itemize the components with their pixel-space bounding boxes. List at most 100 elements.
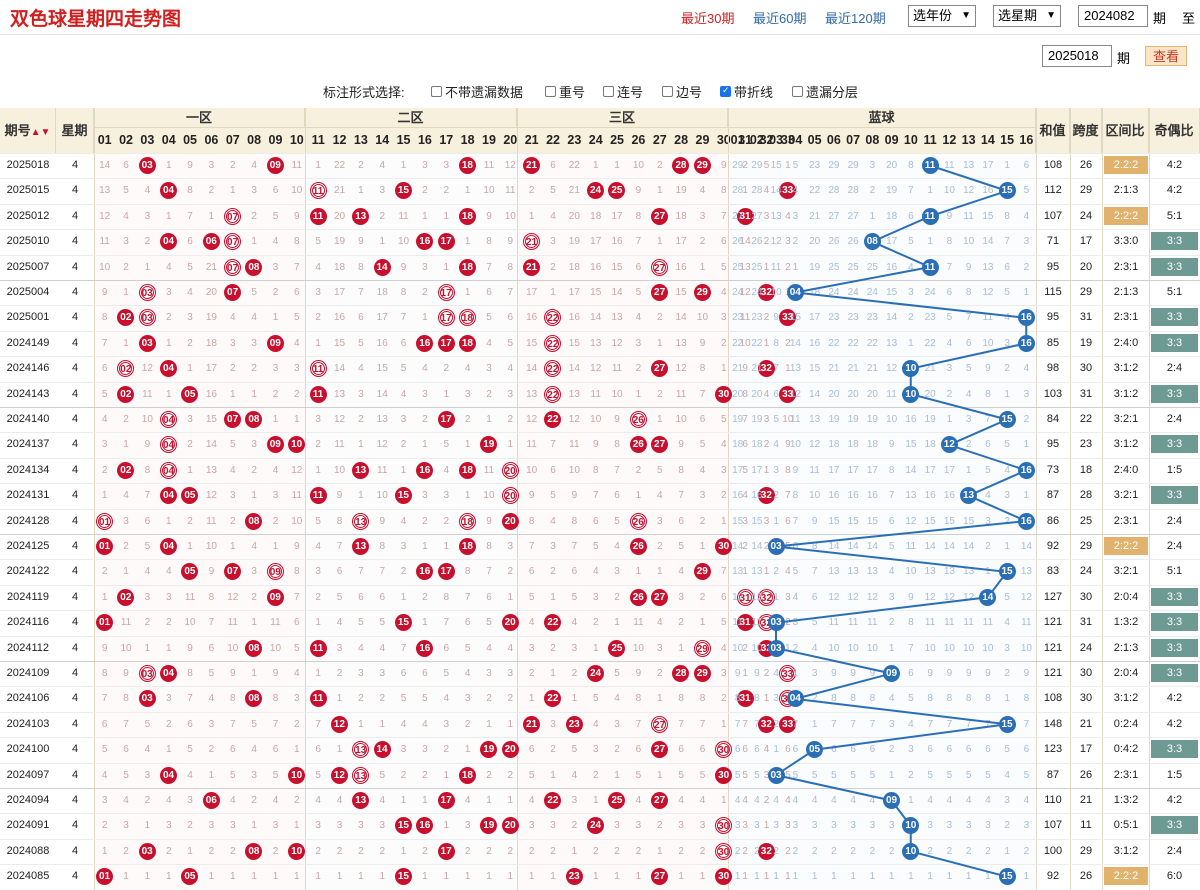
blue-miss-count: 5 — [773, 414, 779, 425]
miss-count: 6 — [678, 744, 684, 756]
blue-miss-count: 8 — [965, 693, 972, 705]
miss-count: 8 — [678, 693, 684, 705]
blue-miss-count: 18 — [886, 210, 898, 222]
blue-miss-count: 8 — [850, 693, 856, 705]
miss-count: 2 — [656, 541, 663, 552]
sum-cell: 83 — [1046, 565, 1060, 578]
blue-miss-count: 18 — [732, 439, 744, 451]
miss-count: 8 — [699, 363, 706, 375]
blue-miss-count: 20 — [866, 388, 878, 400]
checkbox-icon[interactable] — [662, 86, 673, 97]
link-recent-30[interactable]: 最近30期 — [681, 8, 734, 27]
period-cell: 2025004 — [6, 286, 50, 298]
option-edge[interactable]: 边号 — [662, 82, 702, 101]
miss-count: 21 — [568, 185, 580, 197]
miss-count: 1 — [336, 693, 343, 705]
miss-count: 1 — [464, 744, 471, 756]
miss-count: 4 — [678, 566, 684, 578]
blue-miss-count: 7 — [946, 261, 953, 273]
miss-count: 3 — [614, 566, 620, 578]
miss-count: 1 — [507, 871, 514, 883]
blue-miss-count: 2 — [850, 845, 856, 857]
miss-count: 4 — [272, 236, 279, 248]
blue-miss-count: 9 — [946, 210, 953, 222]
zone-ratio-cell: 2:1:3 — [1113, 286, 1139, 298]
period-cell: 2025015 — [6, 184, 50, 197]
miss-count: 1 — [422, 541, 428, 552]
blue-miss-count: 4 — [927, 795, 933, 806]
miss-count: 2 — [422, 287, 428, 298]
checkbox-icon[interactable] — [431, 86, 442, 97]
miss-count: 13 — [205, 464, 217, 476]
blue-miss-count: 10 — [924, 642, 936, 654]
miss-count: 12 — [141, 363, 153, 375]
miss-count: 3 — [208, 718, 215, 730]
checkbox-icon[interactable] — [603, 86, 614, 97]
blue-miss-count: 9 — [985, 668, 991, 679]
miss-count: 2 — [272, 287, 279, 298]
link-recent-60[interactable]: 最近60期 — [753, 8, 806, 27]
miss-count: 10 — [632, 160, 644, 171]
zone-ratio-cell: 0:5:1 — [1113, 819, 1139, 832]
blue-miss-count: 1 — [1004, 693, 1010, 705]
blue-miss-count: 11 — [944, 617, 955, 629]
checkbox-icon[interactable] — [792, 86, 803, 97]
span-cell: 30 — [1079, 362, 1093, 375]
miss-count: 1 — [443, 871, 450, 883]
sum-cell: 107 — [1043, 819, 1063, 832]
week-cell: 4 — [71, 717, 79, 730]
to-period-input[interactable]: 2025018 — [1042, 45, 1112, 67]
red-ball: 11 — [309, 639, 327, 657]
miss-count: 8 — [294, 566, 300, 578]
red-number-header: 26 — [631, 133, 646, 147]
blue-miss-count: 26 — [751, 236, 763, 248]
year-select[interactable]: 选年份 ▼ — [908, 5, 976, 27]
blue-miss-count: 16 — [886, 261, 898, 273]
week-select[interactable]: 选星期 ▼ — [993, 5, 1061, 27]
option-miss-layer[interactable]: 遗漏分层 — [792, 82, 858, 101]
odd-even-cell: 5:1 — [1166, 565, 1183, 578]
miss-count: 10 — [141, 414, 153, 425]
red-ball: 07 — [224, 258, 242, 276]
miss-count: 6 — [486, 287, 492, 298]
miss-count: 3 — [315, 414, 321, 425]
blue-number-header: 16 — [1019, 133, 1034, 147]
checkbox-checked-icon[interactable] — [720, 85, 731, 97]
miss-count: 1 — [294, 871, 300, 883]
zone-ratio-cell: 2:0:4 — [1113, 667, 1139, 679]
miss-count: 3 — [464, 693, 471, 705]
miss-count: 4 — [614, 541, 620, 552]
red-ball: 01 — [96, 512, 113, 530]
miss-count: 6 — [422, 668, 428, 679]
option-repeat[interactable]: 重号 — [545, 82, 585, 101]
query-button[interactable]: 查看 — [1145, 46, 1187, 66]
option-polyline[interactable]: 带折线 — [720, 82, 773, 101]
miss-count: 4 — [165, 566, 172, 578]
blue-miss-count: 7 — [965, 312, 972, 324]
miss-count: 6 — [101, 363, 108, 375]
miss-count: 5 — [635, 287, 642, 298]
blue-miss-count: 1 — [1004, 160, 1010, 171]
blue-number-header: 07 — [846, 133, 861, 147]
sum-cell: 71 — [1046, 235, 1060, 248]
blue-miss-count: 3 — [1023, 820, 1030, 832]
sort-icon[interactable]: ▲▼ — [31, 127, 51, 138]
blue-miss-count: 3 — [985, 820, 991, 832]
miss-count: 1 — [358, 490, 364, 502]
blue-miss-count: 4 — [1004, 617, 1010, 629]
option-consecutive[interactable]: 连号 — [603, 82, 643, 101]
miss-count: 8 — [486, 236, 492, 248]
blue-miss-count: 15 — [943, 515, 955, 527]
col-period[interactable]: 期号▲▼ — [0, 108, 56, 154]
from-period-input[interactable]: 2024082 — [1078, 5, 1148, 27]
miss-count: 1 — [315, 160, 321, 171]
miss-count: 13 — [376, 414, 388, 425]
miss-count: 1 — [486, 871, 492, 883]
row-divider — [0, 762, 1200, 764]
week-cell: 4 — [71, 413, 79, 425]
checkbox-icon[interactable] — [545, 86, 556, 97]
link-recent-120[interactable]: 最近120期 — [825, 8, 886, 27]
miss-count: 1 — [550, 287, 556, 298]
option-no-miss[interactable]: 不带遗漏数据 — [431, 82, 523, 101]
blue-miss-count: 4 — [908, 261, 914, 273]
